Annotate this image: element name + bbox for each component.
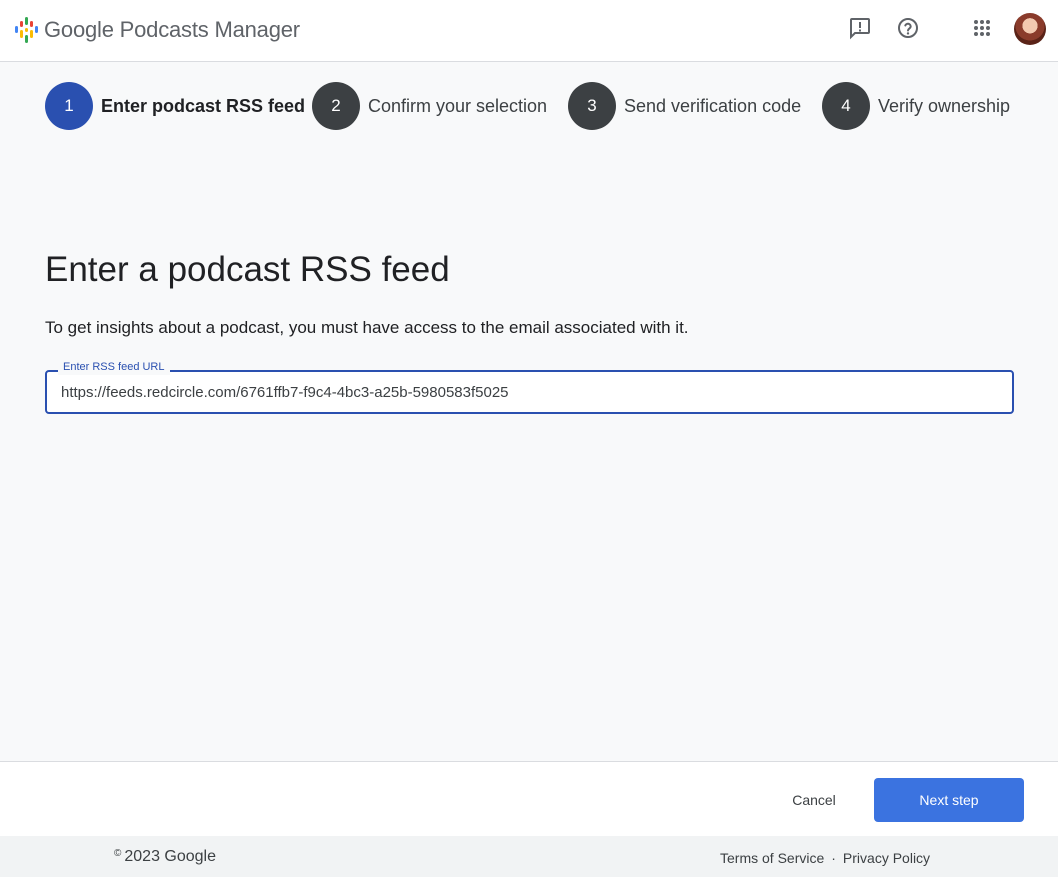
cancel-button[interactable]: Cancel [776, 778, 852, 822]
step-number: 2 [312, 82, 360, 130]
top-app-bar: Google Podcasts Manager [0, 0, 1058, 62]
action-bar: Cancel Next step [0, 761, 1058, 836]
logo[interactable]: Google Podcasts Manager [15, 17, 300, 43]
rss-feed-input[interactable] [61, 372, 1001, 412]
step-1: 1 Enter podcast RSS feed [45, 82, 305, 130]
next-step-button[interactable]: Next step [874, 778, 1024, 822]
feedback-icon[interactable] [848, 16, 872, 40]
copyright-symbol: © [114, 848, 122, 859]
step-label: Enter podcast RSS feed [101, 95, 306, 116]
step-number: 1 [45, 82, 93, 130]
privacy-link[interactable]: Privacy Policy [843, 850, 930, 866]
terms-link[interactable]: Terms of Service [720, 850, 824, 866]
page-description: To get insights about a podcast, you mus… [45, 318, 689, 337]
step-label: Verify ownership [878, 95, 1011, 116]
footer: © 2023 Google Terms of Service · Privacy Po… [0, 836, 1058, 877]
brand-name: Google Podcasts Manager [44, 17, 300, 42]
page-title: Enter a podcast RSS feed [45, 250, 450, 289]
footer-links: Terms of Service · Privacy Policy [720, 850, 930, 866]
copyright-text: 2023 Google [124, 848, 217, 865]
podcasts-logo-icon [15, 17, 39, 43]
step-3: 3 Send verification code [568, 82, 801, 130]
step-label: Confirm your selection [368, 95, 548, 116]
step-2: 2 Confirm your selection [312, 82, 547, 130]
apps-grid-icon[interactable] [970, 16, 994, 40]
step-4: 4 Verify ownership [822, 82, 1010, 130]
stepper: 1 Enter podcast RSS feed 2 Confirm your … [0, 82, 1058, 130]
help-icon[interactable] [896, 16, 920, 40]
step-label: Send verification code [624, 95, 802, 116]
footer-separator: · [831, 850, 836, 866]
step-number: 3 [568, 82, 616, 130]
rss-feed-field: Enter RSS feed URL [45, 359, 1014, 414]
avatar[interactable] [1014, 13, 1046, 45]
copyright: © 2023 Google [114, 848, 216, 866]
step-number: 4 [822, 82, 870, 130]
